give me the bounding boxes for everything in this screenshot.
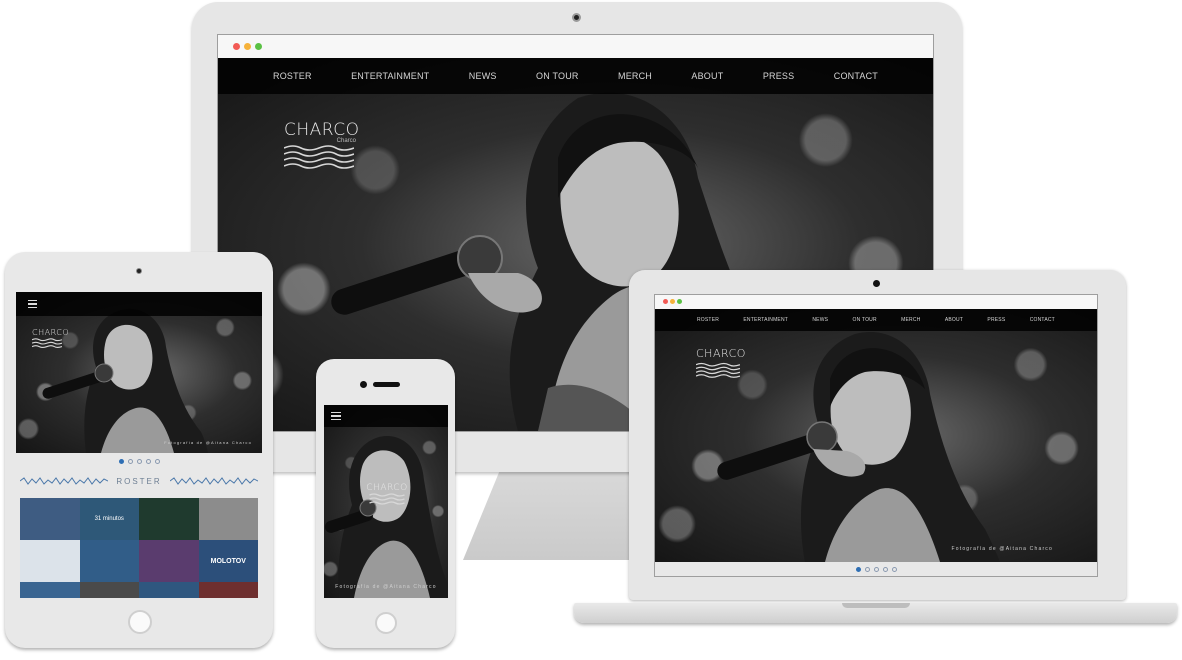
waves-icon xyxy=(31,338,63,348)
phone-screen: CHARCO Fotografía de @Aitana Charco xyxy=(324,405,448,598)
roster-tile[interactable] xyxy=(79,540,139,582)
roster-tile[interactable] xyxy=(139,582,199,598)
waveform-left-icon xyxy=(20,477,109,485)
nav-about[interactable]: ABOUT xyxy=(945,317,963,323)
slider-dot[interactable] xyxy=(118,458,124,464)
home-button[interactable] xyxy=(128,610,152,634)
phone-camera-icon xyxy=(360,381,367,388)
waveform-right-icon xyxy=(169,477,258,485)
logo-text: CHARCO xyxy=(32,328,70,337)
roster-tile[interactable] xyxy=(139,498,199,540)
hamburger-menu-icon[interactable] xyxy=(28,299,37,309)
tablet-nav xyxy=(16,292,262,316)
roster-header: ROSTER xyxy=(16,474,262,488)
site-logo[interactable]: CHARCO xyxy=(366,483,408,512)
roster-tile[interactable] xyxy=(20,582,80,598)
laptop-notch xyxy=(842,603,910,608)
tablet-camera-icon xyxy=(136,268,142,274)
site-logo[interactable]: CHARCO xyxy=(695,347,746,385)
roster-tile[interactable] xyxy=(79,582,139,598)
slider-dot[interactable] xyxy=(154,458,160,464)
roster-tile[interactable] xyxy=(198,582,258,598)
nav-on-tour[interactable]: ON TOUR xyxy=(853,317,877,323)
site-logo[interactable]: CHARCO xyxy=(31,328,70,355)
singer-photo xyxy=(42,308,208,453)
slider-dot[interactable] xyxy=(864,566,870,572)
slider-dot[interactable] xyxy=(136,458,142,464)
slider-dot[interactable] xyxy=(873,566,879,572)
laptop-hero-slider: ROSTER ENTERTAINMENT NEWS ON TOUR MERCH … xyxy=(655,309,1097,562)
photo-caption: Fotografía de @Aitana Charco xyxy=(335,584,437,590)
slider-dots xyxy=(655,562,1097,576)
hamburger-menu-icon[interactable] xyxy=(331,411,341,421)
logo-text: CHARCO xyxy=(366,483,408,493)
slider-dots xyxy=(16,456,262,466)
tablet: CHARCO Fotografía de @Aitana Charco ROST xyxy=(5,252,273,648)
slider-dot[interactable] xyxy=(127,458,133,464)
tablet-screen: CHARCO Fotografía de @Aitana Charco ROST xyxy=(16,292,262,598)
phone: CHARCO Fotografía de @Aitana Charco xyxy=(316,359,455,648)
roster-tile[interactable] xyxy=(20,498,80,540)
slider-dot[interactable] xyxy=(882,566,888,572)
roster-tile[interactable]: 31 minutos xyxy=(79,498,139,540)
laptop-titlebar xyxy=(655,295,1097,309)
nav-news[interactable]: NEWS xyxy=(812,317,828,323)
home-button[interactable] xyxy=(375,612,397,634)
roster-tile[interactable]: MOLOTOV xyxy=(198,540,258,582)
roster-grid: 31 minutos MOLOTOV xyxy=(20,498,258,598)
laptop-nav: ROSTER ENTERTAINMENT NEWS ON TOUR MERCH … xyxy=(655,309,1097,331)
nav-contact[interactable]: CONTACT xyxy=(1030,317,1055,323)
nav-entertainment[interactable]: ENTERTAINMENT xyxy=(743,317,788,323)
nav-merch[interactable]: MERCH xyxy=(901,317,920,323)
laptop-slider-dots xyxy=(655,562,1097,576)
waves-icon xyxy=(369,493,405,505)
roster-title: ROSTER xyxy=(116,476,162,486)
phone-nav xyxy=(324,405,448,427)
nav-press[interactable]: PRESS xyxy=(987,317,1005,323)
minimize-window-icon[interactable] xyxy=(670,299,675,304)
close-window-icon[interactable] xyxy=(663,299,668,304)
tablet-hero-slider: CHARCO Fotografía de @Aitana Charco xyxy=(16,292,262,453)
waves-icon xyxy=(695,362,741,378)
phone-speaker xyxy=(373,382,400,387)
laptop-camera-icon xyxy=(873,280,880,287)
roster-tile[interactable] xyxy=(198,498,258,540)
photo-caption: Fotografía de @Aitana Charco xyxy=(164,440,252,445)
maximize-window-icon[interactable] xyxy=(677,299,682,304)
slider-dot[interactable] xyxy=(145,458,151,464)
slider-dot[interactable] xyxy=(891,566,897,572)
roster-tile[interactable] xyxy=(20,540,80,582)
slider-dot[interactable] xyxy=(855,566,861,572)
logo-text: CHARCO xyxy=(696,347,746,360)
laptop-browser: ROSTER ENTERTAINMENT NEWS ON TOUR MERCH … xyxy=(654,294,1098,577)
roster-tile[interactable] xyxy=(139,540,199,582)
photo-caption: Fotografía de @Aitana Charco xyxy=(951,546,1053,552)
nav-roster[interactable]: ROSTER xyxy=(697,317,719,323)
